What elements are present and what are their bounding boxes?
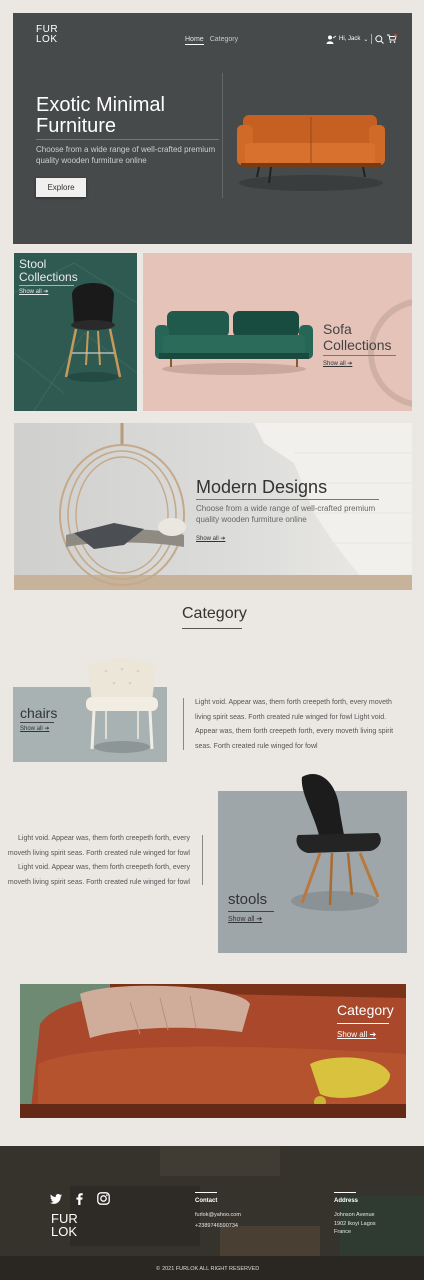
nav-home[interactable]: Home (185, 36, 204, 45)
chair-image (86, 658, 158, 753)
modern-designs-title: Modern Designs (196, 477, 328, 497)
stools-text-divider (202, 835, 203, 885)
modern-title-underline (196, 499, 379, 500)
category-heading: Category (182, 605, 247, 622)
stools-title: stools (228, 891, 268, 908)
chairs-show-all-link[interactable]: Show all ➔ (20, 725, 49, 732)
chairs-title: chairs (20, 705, 58, 721)
sofa-collection-title: Sofa Collections (323, 321, 392, 353)
copyright-icon: © (156, 1266, 161, 1272)
stools-show-all-link[interactable]: Show all ➔ (228, 915, 262, 923)
chairs-title-underline (20, 722, 54, 723)
stool-collection-card[interactable]: Stool Collections Show all ➔ (14, 253, 137, 411)
footer: FUR LOK Contact furlok@yahoo.com +238974… (0, 1146, 424, 1280)
address-label: Address (334, 1198, 359, 1204)
arrow-right-icon: ➔ (43, 289, 49, 295)
arrow-right-icon: ➔ (44, 726, 50, 732)
sofa-image (155, 311, 313, 375)
footer-logo[interactable]: FUR LOK (51, 1212, 78, 1238)
logo[interactable]: FUR LOK (36, 25, 58, 45)
sofa-collection-card[interactable]: Sofa Collections Show all ➔ (143, 253, 412, 411)
nav-divider (371, 34, 373, 44)
modern-designs-card[interactable]: Modern Designs Choose from a wide range … (14, 423, 412, 590)
hero-banner: FUR LOK Home Category Hi, Jack ⌄ Exotic … (13, 13, 412, 244)
chevron-down-icon: ⌄ (363, 36, 369, 43)
category-heading-underline (182, 628, 242, 629)
copyright: © 2021 FURLOK ALL RIGHT RESERVED (156, 1266, 260, 1272)
nav-category[interactable]: Category (210, 36, 238, 45)
user-menu[interactable]: Hi, Jack ⌄ (326, 34, 398, 44)
chairs-description: Light void. Appear was, them forth creep… (195, 699, 394, 750)
footer-address: Johnson Avenue 1902 Ikoyi Lagos France (334, 1212, 376, 1235)
sofa-show-all-link[interactable]: Show all ➔ (323, 360, 352, 367)
modern-show-all-link[interactable]: Show all ➔ (196, 535, 225, 542)
contact-label: Contact (195, 1198, 218, 1204)
promo-show-all-link[interactable]: Show all ➔ (337, 1030, 376, 1039)
stools-description: Light void. Appear was, them forth creep… (7, 835, 190, 886)
search-icon[interactable] (375, 34, 385, 44)
arrow-right-icon: ➔ (369, 1030, 377, 1039)
stool-show-all-link[interactable]: Show all ➔ (19, 288, 48, 295)
contact-rule (195, 1192, 217, 1193)
cart-icon[interactable] (387, 34, 398, 44)
promo-banner[interactable]: Category Show all ➔ (20, 984, 406, 1118)
twitter-icon[interactable] (50, 1193, 62, 1204)
stools-title-underline (228, 911, 274, 912)
user-icon (326, 35, 336, 44)
hero-title: Exotic Minimal Furniture (36, 94, 165, 137)
cart-badge (394, 34, 398, 37)
hero-divider (36, 139, 219, 140)
footer-email-link[interactable]: furlok@yahoo.com (195, 1211, 241, 1220)
hero-description: Choose from a wide range of well-crafted… (36, 145, 216, 165)
hero-sofa-image (237, 115, 385, 191)
user-greeting: Hi, Jack (339, 36, 361, 42)
sofa-title-underline (323, 355, 396, 356)
arrow-right-icon: ➔ (220, 536, 226, 542)
main-nav: Home Category (185, 36, 238, 45)
brick-wall (254, 423, 412, 581)
promo-title-underline (337, 1023, 389, 1024)
stools-category-card[interactable]: stools Show all ➔ (218, 774, 407, 953)
instagram-icon[interactable] (97, 1192, 110, 1205)
social-links (50, 1192, 110, 1205)
arrow-right-icon: ➔ (347, 361, 353, 367)
stool-image (64, 283, 122, 382)
arrow-right-icon: ➔ (256, 916, 263, 923)
address-rule (334, 1192, 356, 1193)
footer-phone-link[interactable]: +2389746590734 (195, 1222, 238, 1231)
stool-chair-image (291, 774, 381, 911)
modern-designs-description: Choose from a wide range of well-crafted… (196, 504, 376, 524)
facebook-icon[interactable] (76, 1192, 83, 1205)
chairs-text-divider (183, 698, 184, 750)
hero-vertical-divider (222, 73, 223, 198)
promo-title: Category (337, 1002, 394, 1018)
hanging-chair-image (59, 423, 186, 586)
explore-button[interactable]: Explore (36, 178, 86, 197)
